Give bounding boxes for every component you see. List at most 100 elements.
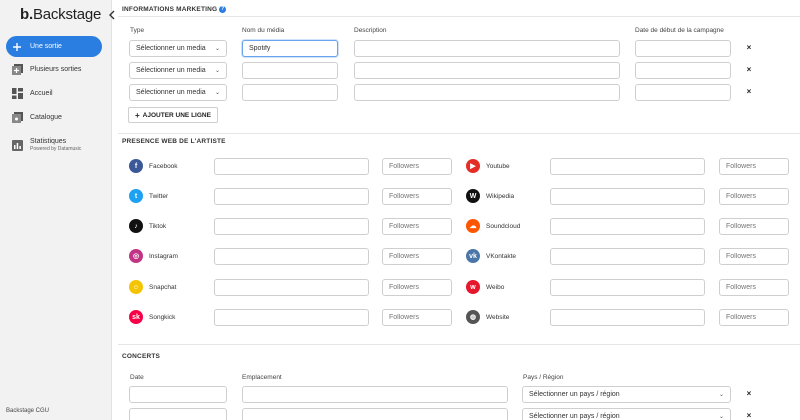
social-label: Twitter (149, 192, 169, 200)
sidebar-item-accueil[interactable]: Accueil (6, 83, 102, 104)
social-twitter: t Twitter (129, 189, 168, 203)
col-date: Date de début de la campagne (635, 27, 724, 34)
campaign-date-input[interactable] (635, 40, 731, 57)
description-input[interactable] (354, 62, 620, 79)
facebook-followers-input[interactable] (382, 158, 452, 175)
remove-row-icon[interactable]: × (745, 66, 753, 74)
media-type-select[interactable]: Sélectionner un media ⌄ (129, 62, 227, 79)
youtube-icon: ▶ (466, 159, 480, 173)
col-concert-country: Pays / Région (523, 374, 564, 381)
social-soundcloud: ☁ Soundcloud (466, 219, 520, 233)
remove-concert-icon[interactable]: × (745, 390, 753, 398)
songkick-url-input[interactable] (214, 309, 369, 326)
divider (118, 16, 800, 17)
description-input[interactable] (354, 40, 620, 57)
tiktok-followers-input[interactable] (382, 218, 452, 235)
twitter-followers-input[interactable] (382, 188, 452, 205)
media-name-input[interactable] (242, 62, 338, 79)
social-weibo: w Weibo (466, 280, 504, 294)
website-url-input[interactable] (550, 309, 705, 326)
soundcloud-url-input[interactable] (550, 218, 705, 235)
instagram-icon: ◎ (129, 249, 143, 263)
songkick-followers-input[interactable] (382, 309, 452, 326)
remove-concert-icon[interactable]: × (745, 412, 753, 420)
weibo-followers-input[interactable] (719, 279, 789, 296)
social-tiktok: ♪ Tiktok (129, 219, 166, 233)
col-type: Type (130, 27, 145, 34)
twitter-url-input[interactable] (214, 188, 369, 205)
add-multiple-icon (11, 64, 23, 76)
social-snapchat: ☺ Snapchat (129, 280, 176, 294)
vkontakte-url-input[interactable] (550, 248, 705, 265)
media-type-select[interactable]: Sélectionner un media ⌄ (129, 84, 227, 101)
social-label: VKontakte (486, 252, 516, 260)
weibo-icon: w (466, 280, 480, 294)
instagram-url-input[interactable] (214, 248, 369, 265)
facebook-url-input[interactable] (214, 158, 369, 175)
chevron-left-icon[interactable] (108, 10, 118, 22)
sidebar: b.Backstage Une sortie Plusieurs sorties… (0, 0, 112, 420)
instagram-followers-input[interactable] (382, 248, 452, 265)
sidebar-item-une-sortie[interactable]: Une sortie (6, 36, 102, 57)
youtube-url-input[interactable] (550, 158, 705, 175)
campaign-date-input[interactable] (635, 62, 731, 79)
wikipedia-followers-input[interactable] (719, 188, 789, 205)
cgu-link[interactable]: Backstage CGU (6, 408, 49, 414)
sidebar-item-catalogue[interactable]: Catalogue (6, 107, 102, 128)
remove-row-icon[interactable]: × (745, 44, 753, 52)
social-songkick: sk Songkick (129, 310, 175, 324)
social-instagram: ◎ Instagram (129, 249, 178, 263)
col-description: Description (354, 27, 387, 34)
main-content: INFORMATIONS MARKETING? Type Nom du médi… (118, 0, 800, 420)
chart-icon (11, 139, 23, 151)
concert-place-input[interactable] (242, 386, 508, 403)
chevron-down-icon: ⌄ (718, 414, 724, 420)
country-select[interactable]: Sélectionner un pays / région ⌄ (522, 386, 731, 403)
website-icon: ◍ (466, 310, 480, 324)
campaign-date-input[interactable] (635, 84, 731, 101)
concerts-section-title: CONCERTS (122, 353, 161, 360)
chevron-down-icon: ⌄ (214, 68, 220, 74)
col-media: Nom du média (242, 27, 285, 34)
social-facebook: f Facebook (129, 159, 178, 173)
twitter-icon: t (129, 189, 143, 203)
social-label: Website (486, 313, 510, 321)
vkontakte-icon: vk (466, 249, 480, 263)
wikipedia-url-input[interactable] (550, 188, 705, 205)
social-label: Songkick (149, 313, 176, 321)
presence-section-title: PRESENCE WEB DE L'ARTISTE (122, 138, 226, 145)
social-label: Tiktok (149, 222, 167, 230)
concert-date-input[interactable] (129, 408, 227, 420)
sidebar-item-statistiques[interactable]: Statistiques Powered by Datamusic (6, 133, 102, 157)
social-youtube: ▶ Youtube (466, 159, 510, 173)
divider (118, 344, 800, 345)
concert-date-input[interactable] (129, 386, 227, 403)
add-row-button[interactable]: + AJOUTER UNE LIGNE (128, 107, 218, 123)
tiktok-url-input[interactable] (214, 218, 369, 235)
social-wikipedia: W Wikipedia (466, 189, 514, 203)
wikipedia-icon: W (466, 189, 480, 203)
logo[interactable]: b.Backstage (20, 6, 101, 23)
snapchat-url-input[interactable] (214, 279, 369, 296)
media-type-select[interactable]: Sélectionner un media ⌄ (129, 40, 227, 57)
concert-place-input[interactable] (242, 408, 508, 420)
vkontakte-followers-input[interactable] (719, 248, 789, 265)
facebook-icon: f (129, 159, 143, 173)
weibo-url-input[interactable] (550, 279, 705, 296)
remove-row-icon[interactable]: × (745, 88, 753, 96)
help-icon[interactable]: ? (219, 6, 227, 13)
media-name-input[interactable] (242, 84, 338, 101)
social-label: Soundcloud (486, 222, 521, 230)
snapchat-followers-input[interactable] (382, 279, 452, 296)
sidebar-item-plusieurs-sorties[interactable]: Plusieurs sorties (6, 59, 102, 80)
snapchat-icon: ☺ (129, 280, 143, 294)
youtube-followers-input[interactable] (719, 158, 789, 175)
website-followers-input[interactable] (719, 309, 789, 326)
social-website: ◍ Website (466, 310, 509, 324)
description-input[interactable] (354, 84, 620, 101)
country-select[interactable]: Sélectionner un pays / région ⌄ (522, 408, 731, 420)
catalogue-icon (11, 112, 23, 124)
plus-icon (11, 41, 23, 53)
media-name-input[interactable] (242, 40, 338, 57)
soundcloud-followers-input[interactable] (719, 218, 789, 235)
